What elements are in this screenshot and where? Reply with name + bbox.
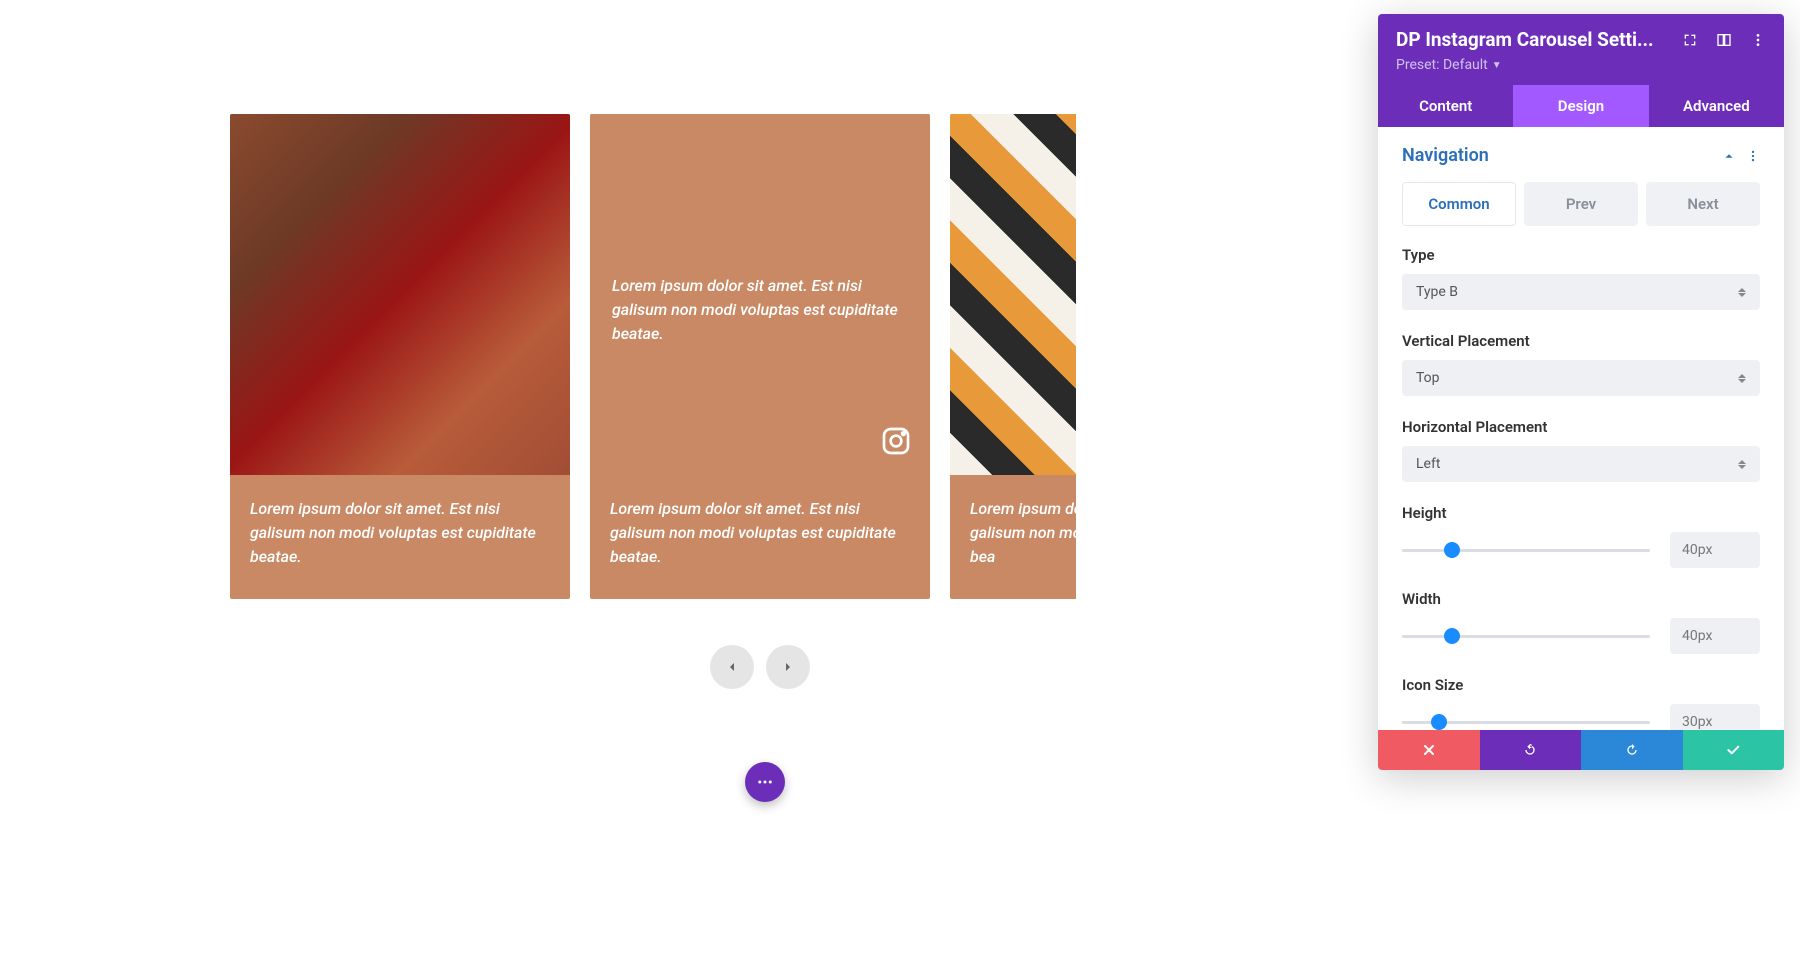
more-vertical-icon[interactable]	[1746, 149, 1760, 163]
icon-size-value-input[interactable]: 30px	[1670, 704, 1760, 730]
card-image	[230, 114, 570, 475]
card-caption: Lorem ipsum dolor sit amet. Est nisi gal…	[230, 475, 570, 599]
type-label: Type	[1402, 246, 1760, 264]
more-vertical-icon[interactable]	[1750, 32, 1766, 48]
section-header: Navigation	[1402, 145, 1760, 166]
redo-button[interactable]	[1581, 730, 1683, 770]
carousel: Lorem ipsum dolor sit amet. Est nisi gal…	[230, 114, 1290, 599]
vertical-placement-select[interactable]: Top	[1402, 360, 1760, 396]
chevron-left-icon	[724, 659, 740, 675]
tab-advanced[interactable]: Advanced	[1649, 85, 1784, 127]
carousel-card-3-peek: Lorem ipsum dolor sit amet. Est nisi gal…	[950, 114, 1076, 599]
undo-button[interactable]	[1480, 730, 1582, 770]
more-actions-fab[interactable]	[745, 762, 785, 802]
carousel-card-3[interactable]: Lorem ipsum dolor sit amet. Est nisi gal…	[950, 114, 1076, 599]
dots-horizontal-icon	[756, 773, 774, 791]
slider-thumb[interactable]	[1431, 714, 1447, 730]
select-chevron-icon	[1738, 460, 1746, 469]
icon-size-slider[interactable]	[1402, 712, 1650, 730]
settings-panel: DP Instagram Carousel Setti... Preset: D…	[1378, 14, 1784, 770]
expand-icon[interactable]	[1682, 32, 1698, 48]
carousel-nav	[230, 645, 1290, 689]
check-icon	[1725, 742, 1741, 758]
close-icon	[1421, 742, 1437, 758]
horizontal-placement-label: Horizontal Placement	[1402, 418, 1760, 436]
height-label: Height	[1402, 504, 1760, 522]
cancel-button[interactable]	[1378, 730, 1480, 770]
chevron-up-icon[interactable]	[1722, 149, 1736, 163]
panel-header: DP Instagram Carousel Setti... Preset: D…	[1378, 14, 1784, 85]
redo-icon	[1624, 742, 1640, 758]
carousel-next-button[interactable]	[766, 645, 810, 689]
caret-down-icon: ▼	[1492, 60, 1502, 71]
card-image	[950, 114, 1076, 475]
height-value-input[interactable]: 40px	[1670, 532, 1760, 568]
horizontal-placement-value: Left	[1416, 456, 1440, 472]
vertical-placement-value: Top	[1416, 370, 1440, 386]
width-slider[interactable]	[1402, 626, 1650, 646]
panel-preset[interactable]: Preset: Default ▼	[1396, 57, 1766, 73]
width-value-input[interactable]: 40px	[1670, 618, 1760, 654]
save-button[interactable]	[1683, 730, 1785, 770]
instagram-icon	[880, 425, 912, 457]
horizontal-placement-select[interactable]: Left	[1402, 446, 1760, 482]
preset-label: Preset: Default	[1396, 57, 1488, 73]
subtab-prev[interactable]: Prev	[1524, 182, 1638, 226]
card-image: Lorem ipsum dolor sit amet. Est nisi gal…	[590, 114, 930, 475]
undo-icon	[1522, 742, 1538, 758]
icon-size-label: Icon Size	[1402, 676, 1760, 694]
panel-title: DP Instagram Carousel Setti...	[1396, 28, 1654, 51]
select-chevron-icon	[1738, 374, 1746, 383]
slider-thumb[interactable]	[1444, 542, 1460, 558]
chevron-right-icon	[780, 659, 796, 675]
subtab-next[interactable]: Next	[1646, 182, 1760, 226]
carousel-prev-button[interactable]	[710, 645, 754, 689]
tab-content[interactable]: Content	[1378, 85, 1513, 127]
tab-design[interactable]: Design	[1513, 85, 1648, 127]
card-caption: Lorem ipsum dolor sit amet. Est nisi gal…	[590, 475, 930, 599]
select-chevron-icon	[1738, 288, 1746, 297]
card-overlay-text: Lorem ipsum dolor sit amet. Est nisi gal…	[612, 274, 908, 346]
carousel-card-1[interactable]: Lorem ipsum dolor sit amet. Est nisi gal…	[230, 114, 570, 599]
columns-icon[interactable]	[1716, 32, 1732, 48]
slider-thumb[interactable]	[1444, 628, 1460, 644]
panel-tabs: Content Design Advanced	[1378, 85, 1784, 127]
panel-footer	[1378, 730, 1784, 770]
subtabs: Common Prev Next	[1402, 182, 1760, 226]
panel-body[interactable]: Navigation Common Prev Next Type Type B	[1378, 127, 1784, 730]
card-caption: Lorem ipsum dolor sit amet. Est nisi gal…	[950, 475, 1076, 599]
section-title[interactable]: Navigation	[1402, 145, 1489, 166]
height-slider[interactable]	[1402, 540, 1650, 560]
vertical-placement-label: Vertical Placement	[1402, 332, 1760, 350]
type-value: Type B	[1416, 284, 1458, 300]
carousel-track: Lorem ipsum dolor sit amet. Est nisi gal…	[230, 114, 1290, 599]
width-label: Width	[1402, 590, 1760, 608]
carousel-card-2[interactable]: Lorem ipsum dolor sit amet. Est nisi gal…	[590, 114, 930, 599]
type-select[interactable]: Type B	[1402, 274, 1760, 310]
subtab-common[interactable]: Common	[1402, 182, 1516, 226]
